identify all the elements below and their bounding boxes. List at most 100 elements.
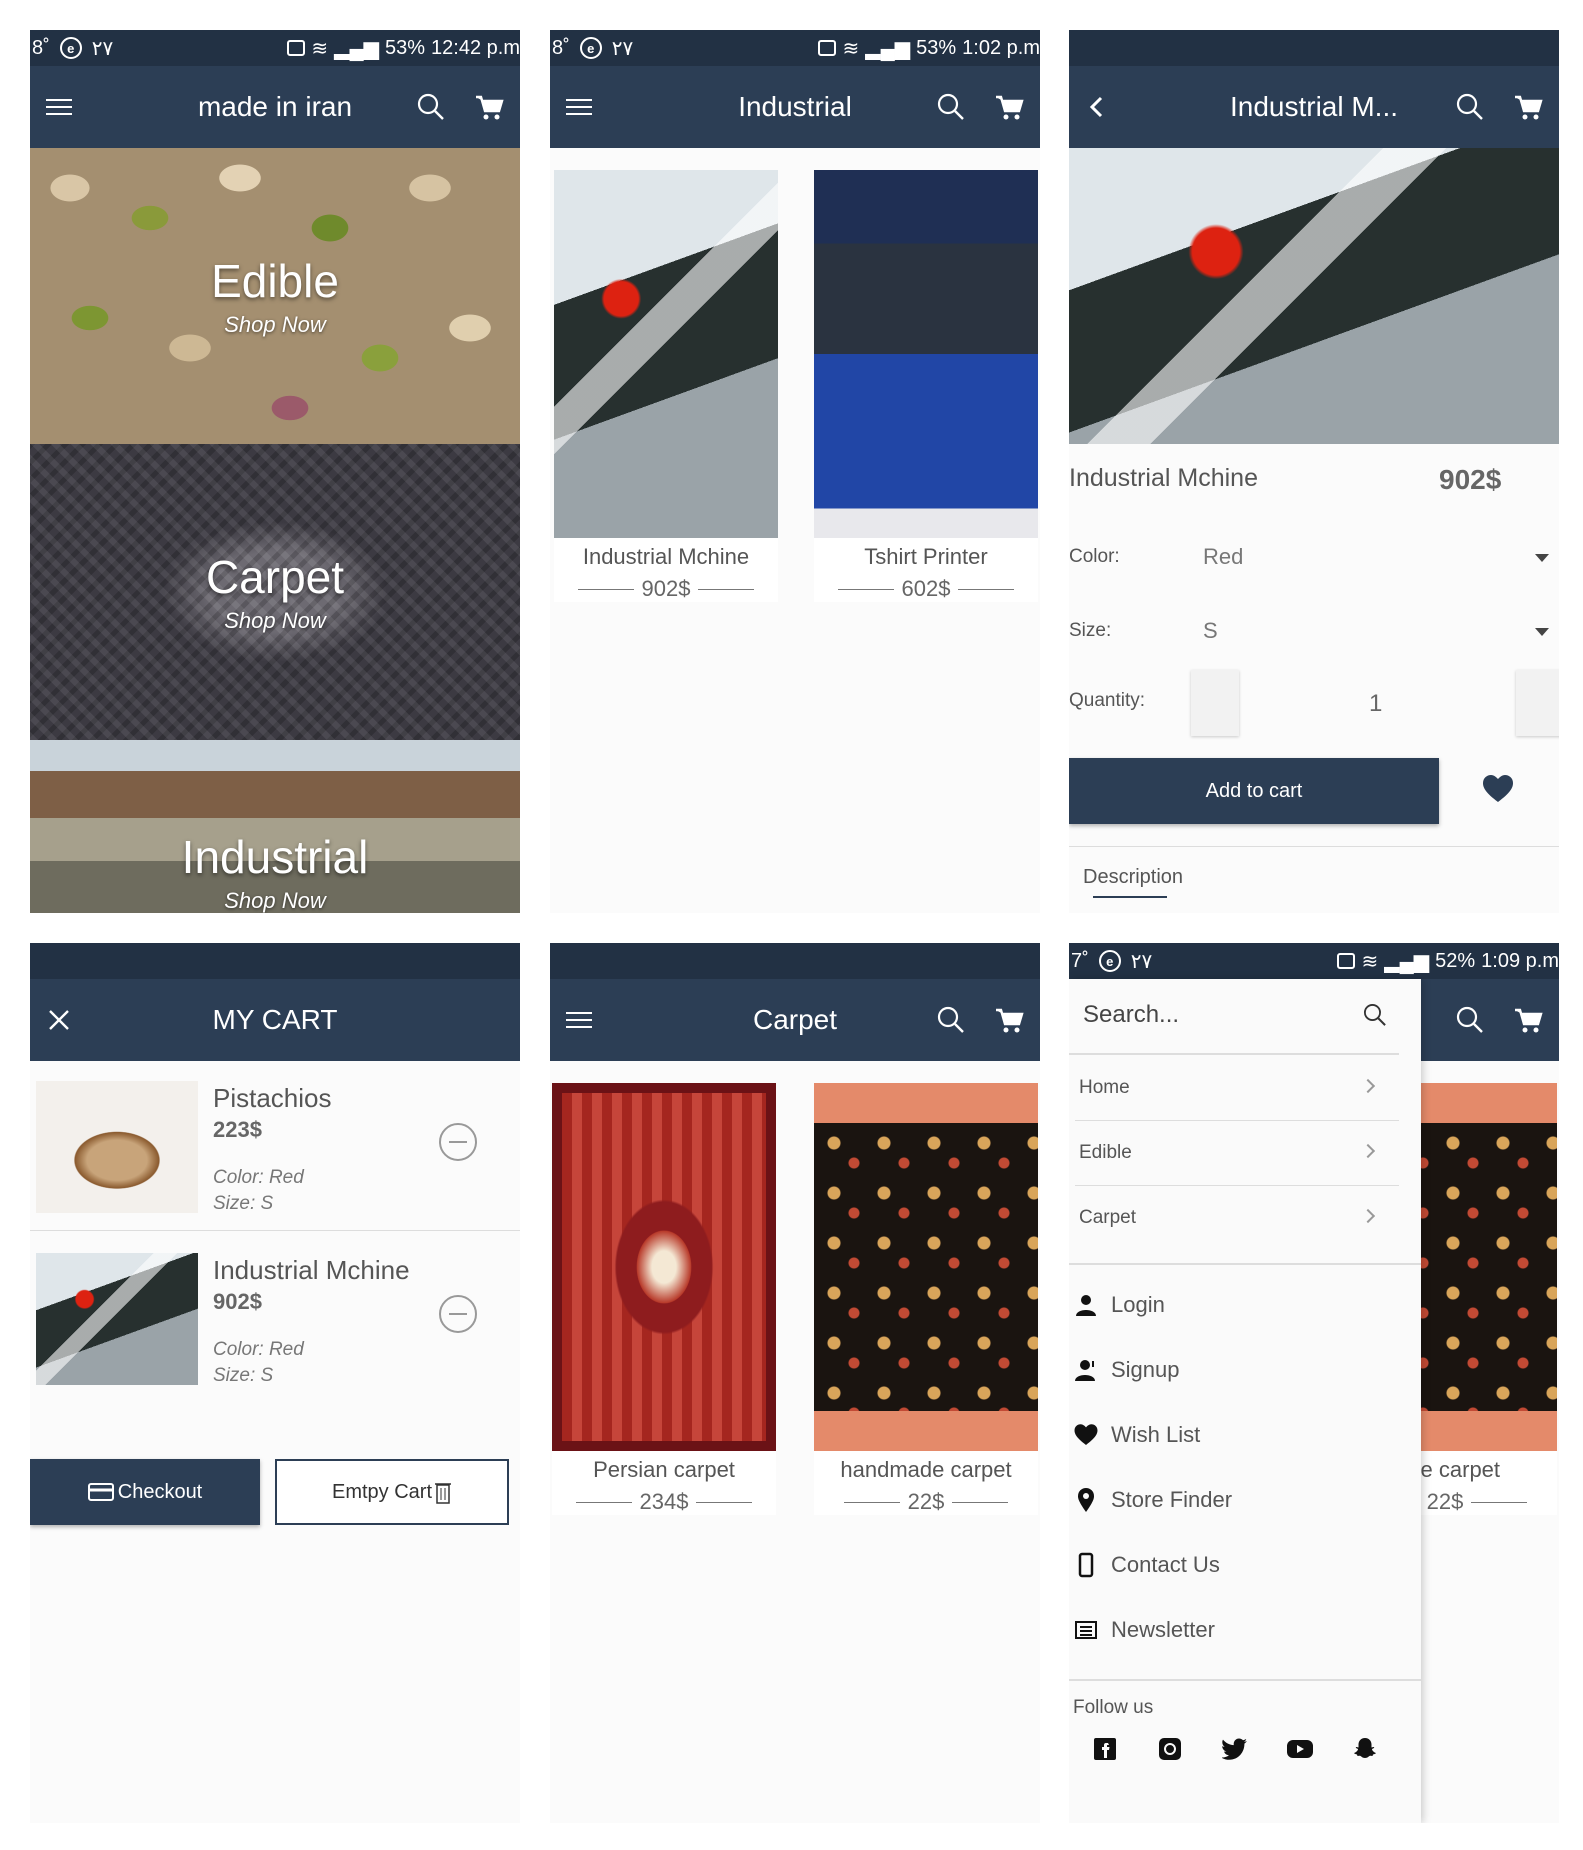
search-icon[interactable] — [412, 88, 450, 126]
user-icon — [1076, 1295, 1096, 1316]
cart-icon[interactable] — [470, 88, 508, 126]
product-image[interactable] — [554, 170, 778, 538]
banner-title: Industrial — [181, 831, 369, 883]
app-title: MY CART — [212, 1004, 338, 1035]
menu-item-label: Signup — [1111, 1357, 1180, 1382]
quantity-value[interactable]: 1 — [1369, 690, 1382, 718]
banner-shop-now[interactable]: Shop Now — [224, 312, 326, 338]
product-image[interactable] — [814, 1083, 1038, 1451]
item-thumbnail — [36, 1081, 198, 1213]
carpet-screen: Carpet Persian carpet 234$ handmade carp… — [550, 943, 1040, 1823]
menu-icon[interactable] — [560, 1001, 598, 1039]
home-screen: 8˚ e ۲۷ ≋ ▂▄▆ 53% 12:42 p.m made in iran… — [30, 30, 520, 913]
product-name: Industrial Mchine — [1069, 464, 1258, 492]
menu-item-store-finder[interactable]: Store Finder — [1069, 1480, 1409, 1520]
banner-title: Carpet — [205, 551, 345, 603]
product-price: 902$ — [554, 576, 778, 602]
chevron-right-icon — [1360, 1208, 1376, 1224]
remove-item-icon[interactable] — [439, 1295, 477, 1333]
product-image[interactable] — [552, 1083, 776, 1451]
status-extra: ۲۷ — [91, 37, 114, 60]
wifi-icon: ≋ — [311, 37, 329, 60]
product-name: handmade carpet — [840, 1457, 1012, 1482]
map-pin-icon — [1078, 1488, 1094, 1512]
cart-icon[interactable] — [990, 1001, 1028, 1039]
app-bar: Carpet — [550, 979, 1040, 1061]
banner-shop-now[interactable]: Shop Now — [224, 888, 326, 913]
chevron-right-icon — [1360, 1143, 1376, 1159]
status-temp: 8˚ — [32, 36, 50, 59]
facebook-icon[interactable] — [1091, 1735, 1119, 1763]
close-icon[interactable] — [40, 1001, 78, 1039]
product-card[interactable]: handmade carpet 22$ — [814, 1083, 1038, 1515]
product-name: Tshirt Printer — [864, 544, 988, 569]
product-price: 22$ — [814, 1489, 1038, 1515]
chevron-down-icon[interactable] — [1535, 554, 1549, 562]
heart-icon[interactable] — [1481, 774, 1515, 804]
battery-percent: 53% — [916, 36, 957, 59]
product-card[interactable]: Tshirt Printer 602$ — [814, 170, 1038, 602]
youtube-icon[interactable] — [1286, 1735, 1314, 1763]
product-price: 602$ — [814, 576, 1038, 602]
menu-item-label: Contact Us — [1111, 1552, 1220, 1577]
search-input[interactable]: Search... — [1069, 979, 1399, 1055]
color-label: Color: — [1069, 546, 1120, 567]
twitter-icon[interactable] — [1221, 1735, 1249, 1763]
menu-item-contact-us[interactable]: Contact Us — [1069, 1545, 1409, 1585]
banner-edible[interactable]: Edible Shop Now — [30, 148, 520, 444]
status-bar — [30, 943, 520, 979]
color-select[interactable]: Red — [1203, 544, 1243, 570]
empty-cart-button[interactable]: Emtpy Cart — [275, 1459, 509, 1525]
nav-item-label: Edible — [1079, 1142, 1132, 1163]
search-icon[interactable] — [932, 1001, 970, 1039]
menu-icon[interactable] — [560, 88, 598, 126]
search-icon[interactable] — [1451, 88, 1489, 126]
nav-item-carpet[interactable]: Carpet — [1075, 1187, 1399, 1251]
nav-item-home[interactable]: Home — [1075, 1057, 1399, 1121]
chevron-down-icon[interactable] — [1535, 628, 1549, 636]
product-price: 234$ — [552, 1489, 776, 1515]
product-image[interactable] — [814, 170, 1038, 538]
size-select[interactable]: S — [1203, 618, 1218, 644]
banner-industrial[interactable]: Industrial Shop Now — [30, 740, 520, 913]
quantity-increment-button[interactable] — [1516, 670, 1559, 736]
product-image[interactable] — [1069, 148, 1559, 444]
status-time: 1:09 p.m — [1481, 949, 1559, 972]
trash-icon — [435, 1483, 452, 1504]
nav-item-edible[interactable]: Edible — [1075, 1122, 1399, 1186]
tab-description[interactable]: Description — [1083, 866, 1183, 889]
vibrate-icon — [818, 40, 837, 56]
banner-carpet[interactable]: Carpet Shop Now — [30, 444, 520, 740]
vibrate-icon — [1337, 953, 1356, 969]
menu-item-signup[interactable]: Signup — [1069, 1350, 1409, 1390]
product-card[interactable]: Persian carpet 234$ — [552, 1083, 776, 1515]
menu-item-wish-list[interactable]: Wish List — [1069, 1415, 1409, 1455]
status-e-icon: e — [59, 37, 82, 59]
search-icon[interactable] — [1451, 1001, 1489, 1039]
back-icon[interactable] — [1079, 88, 1117, 126]
cart-icon[interactable] — [990, 88, 1028, 126]
add-to-cart-button[interactable]: Add to cart — [1069, 758, 1439, 824]
app-bar: Industrial — [550, 66, 1040, 148]
search-icon[interactable] — [1359, 999, 1391, 1031]
product-card[interactable]: Industrial Mchine 902$ — [554, 170, 778, 602]
chevron-right-icon — [1360, 1078, 1376, 1094]
quantity-decrement-button[interactable] — [1191, 670, 1239, 736]
status-extra: ۲۷ — [1130, 950, 1153, 973]
item-size: Size: S — [213, 1365, 274, 1386]
menu-item-newsletter[interactable]: Newsletter — [1069, 1610, 1409, 1650]
menu-item-login[interactable]: Login — [1069, 1285, 1409, 1325]
cart-icon[interactable] — [1509, 88, 1547, 126]
remove-item-icon[interactable] — [439, 1123, 477, 1161]
item-thumbnail — [36, 1253, 198, 1385]
status-bar: 8˚ e ۲۷ ≋ ▂▄▆ 53% 12:42 p.m — [30, 30, 520, 66]
snapchat-icon[interactable] — [1351, 1735, 1379, 1763]
menu-item-label: Store Finder — [1111, 1487, 1233, 1512]
cart-icon[interactable] — [1509, 1001, 1547, 1039]
search-icon[interactable] — [932, 88, 970, 126]
menu-icon[interactable] — [40, 88, 78, 126]
instagram-icon[interactable] — [1156, 1735, 1184, 1763]
checkout-button[interactable]: Checkout — [30, 1459, 260, 1525]
menu-item-label: Newsletter — [1111, 1617, 1215, 1642]
banner-shop-now[interactable]: Shop Now — [224, 608, 326, 634]
